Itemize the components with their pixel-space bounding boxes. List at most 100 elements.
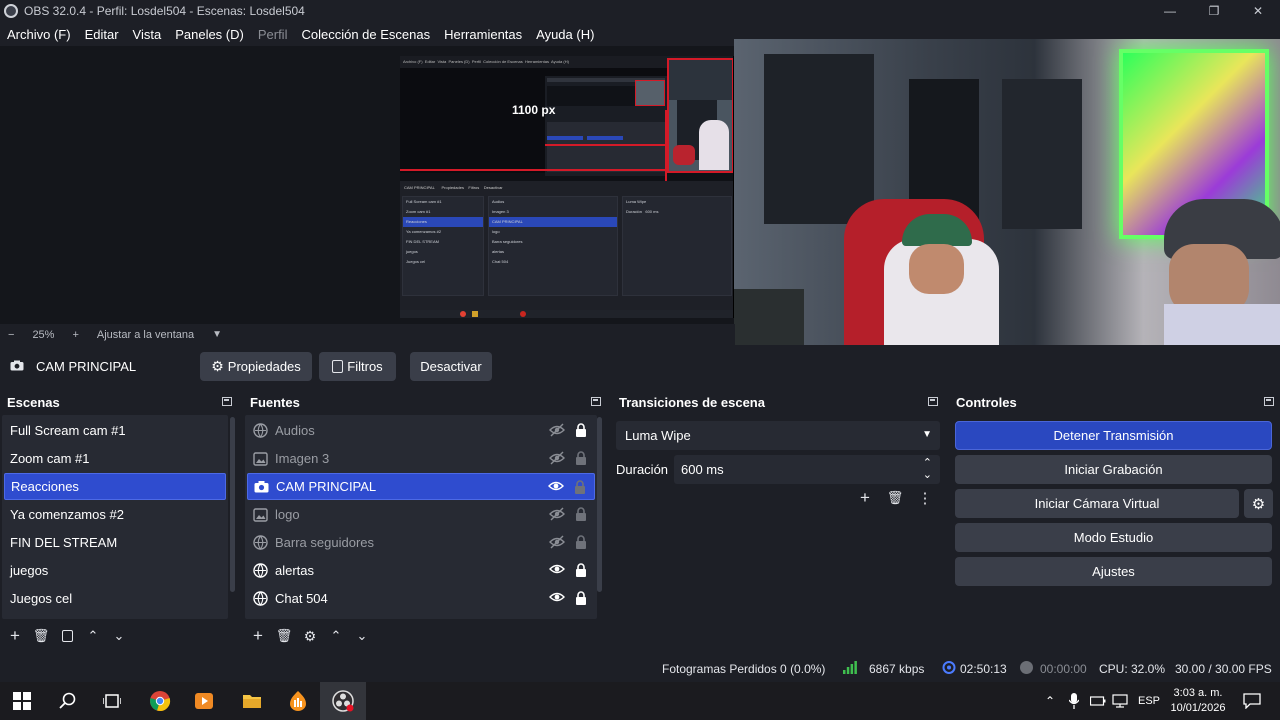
chrome-icon[interactable] (148, 689, 172, 713)
scene-item-selected[interactable]: Reacciones (4, 473, 226, 500)
power-icon[interactable] (1088, 689, 1108, 713)
scene-item[interactable]: Juegos cel (4, 585, 226, 612)
scene-item[interactable]: Ya comenzamos #2 (4, 501, 226, 528)
status-bar: Fotogramas Perdidos 0 (0.0%) 6867 kbps 0… (0, 655, 1280, 682)
menu-paneles[interactable]: Paneles (D) (175, 27, 244, 42)
add-transition-icon[interactable]: + (852, 488, 878, 508)
source-item[interactable]: Audios (247, 417, 595, 444)
zoom-in-button[interactable]: + (72, 329, 78, 341)
browser-source-icon (253, 423, 268, 438)
fps: 30.00 / 30.00 FPS (1175, 662, 1272, 676)
dropped-frames: Fotogramas Perdidos 0 (0.0%) (662, 662, 826, 676)
add-source-icon[interactable]: + (245, 626, 271, 646)
restore-icon[interactable]: ❐ (1192, 0, 1236, 22)
eye-icon[interactable] (549, 591, 565, 608)
scene-item[interactable]: FIN DEL STREAM (4, 529, 226, 556)
menu-editar[interactable]: Editar (85, 27, 119, 42)
start-recording-button[interactable]: Iniciar Grabación (955, 455, 1272, 484)
transition-select[interactable]: Luma Wipe ▼ (616, 421, 940, 450)
scene-item[interactable]: Full Scream cam #1 (4, 417, 226, 444)
transitions-dock: Transiciones de escena Luma Wipe ▼ Durac… (612, 391, 944, 651)
zoom-value: 25% (32, 328, 55, 341)
undock-icon[interactable] (1264, 397, 1274, 406)
chevron-down-icon[interactable]: ▼ (212, 329, 222, 340)
add-scene-icon[interactable]: + (2, 626, 28, 646)
source-item[interactable]: Imagen 3 (247, 445, 595, 472)
stop-stream-button[interactable]: Detener Transmisión (955, 421, 1272, 450)
menu-herramientas[interactable]: Herramientas (444, 27, 522, 42)
settings-button[interactable]: Ajustes (955, 557, 1272, 586)
obs-icon[interactable] (331, 689, 355, 713)
source-item[interactable]: Barra seguidores (247, 529, 595, 556)
zoom-out-button[interactable]: − (8, 329, 14, 341)
source-item-selected[interactable]: CAM PRINCIPAL (247, 473, 595, 500)
source-item[interactable]: alertas (247, 557, 595, 584)
spin-down-icon[interactable]: ⌄ (923, 468, 932, 481)
menu-coleccion-escenas[interactable]: Colección de Escenas (301, 27, 430, 42)
tray-chevron-up-icon[interactable]: ⌃ (1040, 689, 1060, 713)
eye-hidden-icon[interactable] (549, 451, 565, 468)
eye-hidden-icon[interactable] (549, 507, 565, 524)
menu-ayuda[interactable]: Ayuda (H) (536, 27, 594, 42)
lock-icon[interactable] (575, 423, 587, 440)
move-down-icon[interactable]: ⌄ (106, 626, 132, 646)
task-view-icon[interactable] (100, 689, 124, 713)
nested-guide-line (400, 169, 667, 171)
source-item[interactable]: Chat 504 (247, 585, 595, 612)
unlock-icon[interactable] (575, 507, 587, 524)
menu-archivo[interactable]: Archivo (F) (7, 27, 71, 42)
scene-item[interactable]: Zoom cam #1 (4, 445, 226, 472)
deactivate-button[interactable]: Desactivar (410, 352, 492, 381)
nested-docks: CAM PRINCIPAL Propiedades Filtros Desact… (400, 181, 733, 318)
undock-icon[interactable] (222, 397, 232, 406)
undock-icon[interactable] (928, 397, 938, 406)
move-up-icon[interactable]: ⌃ (80, 626, 106, 646)
move-down-icon[interactable]: ⌄ (349, 626, 375, 646)
close-icon[interactable]: ✕ (1236, 0, 1280, 22)
fl-studio-icon[interactable] (286, 689, 310, 713)
lock-icon[interactable] (575, 563, 587, 580)
menu-vista[interactable]: Vista (133, 27, 162, 42)
filters-button[interactable]: Filtros (319, 352, 396, 381)
menu-perfil[interactable]: Perfil (258, 27, 288, 42)
language-indicator[interactable]: ESP (1136, 689, 1162, 713)
duration-spinbox[interactable]: 600 ms ⌃ ⌄ (674, 455, 940, 484)
eye-icon[interactable] (548, 480, 564, 497)
scene-item[interactable]: juegos (4, 557, 226, 584)
search-icon[interactable] (56, 689, 80, 713)
filter-icon[interactable] (54, 626, 80, 646)
gear-icon[interactable]: ⚙ (297, 626, 323, 646)
unlock-icon[interactable] (574, 480, 586, 497)
undock-icon[interactable] (591, 397, 601, 406)
unlock-icon[interactable] (575, 535, 587, 552)
virtual-camera-button[interactable]: Iniciar Cámara Virtual (955, 489, 1239, 518)
preview-canvas[interactable]: Archivo (F) Editar Vista Paneles (D) Per… (0, 39, 1280, 345)
move-up-icon[interactable]: ⌃ (323, 626, 349, 646)
source-item[interactable]: logo (247, 501, 595, 528)
studio-mode-button[interactable]: Modo Estudio (955, 523, 1272, 552)
minimize-icon[interactable]: — (1148, 0, 1192, 22)
clock[interactable]: 3:03 a. m. 10/01/2026 (1162, 686, 1234, 716)
media-player-icon[interactable] (192, 689, 216, 713)
notifications-icon[interactable] (1240, 689, 1264, 713)
trash-icon[interactable]: 🗑 (882, 488, 908, 508)
virtual-camera-settings-button[interactable]: ⚙ (1244, 489, 1273, 518)
zoom-mode[interactable]: Ajustar a la ventana (97, 329, 194, 341)
windows-start-icon[interactable] (10, 689, 34, 713)
eye-icon[interactable] (549, 563, 565, 580)
trash-icon[interactable]: 🗑 (271, 626, 297, 646)
sources-list: Audios Imagen 3 CAM PRINCIPAL logo Barra seg… (245, 415, 597, 619)
trash-icon[interactable]: 🗑 (28, 626, 54, 646)
network-icon[interactable] (1110, 689, 1130, 713)
properties-button[interactable]: ⚙ Propiedades (200, 352, 312, 381)
lock-icon[interactable] (575, 591, 587, 608)
sources-scrollbar[interactable] (597, 417, 602, 592)
eye-hidden-icon[interactable] (549, 423, 565, 440)
unlock-icon[interactable] (575, 451, 587, 468)
more-options-icon[interactable]: ⋮ (912, 488, 938, 508)
microphone-icon[interactable] (1064, 689, 1084, 713)
eye-hidden-icon[interactable] (549, 535, 565, 552)
nested-obs-capture: Archivo (F) Editar Vista Paneles (D) Per… (400, 56, 734, 318)
file-explorer-icon[interactable] (240, 689, 264, 713)
scenes-scrollbar[interactable] (230, 417, 235, 592)
